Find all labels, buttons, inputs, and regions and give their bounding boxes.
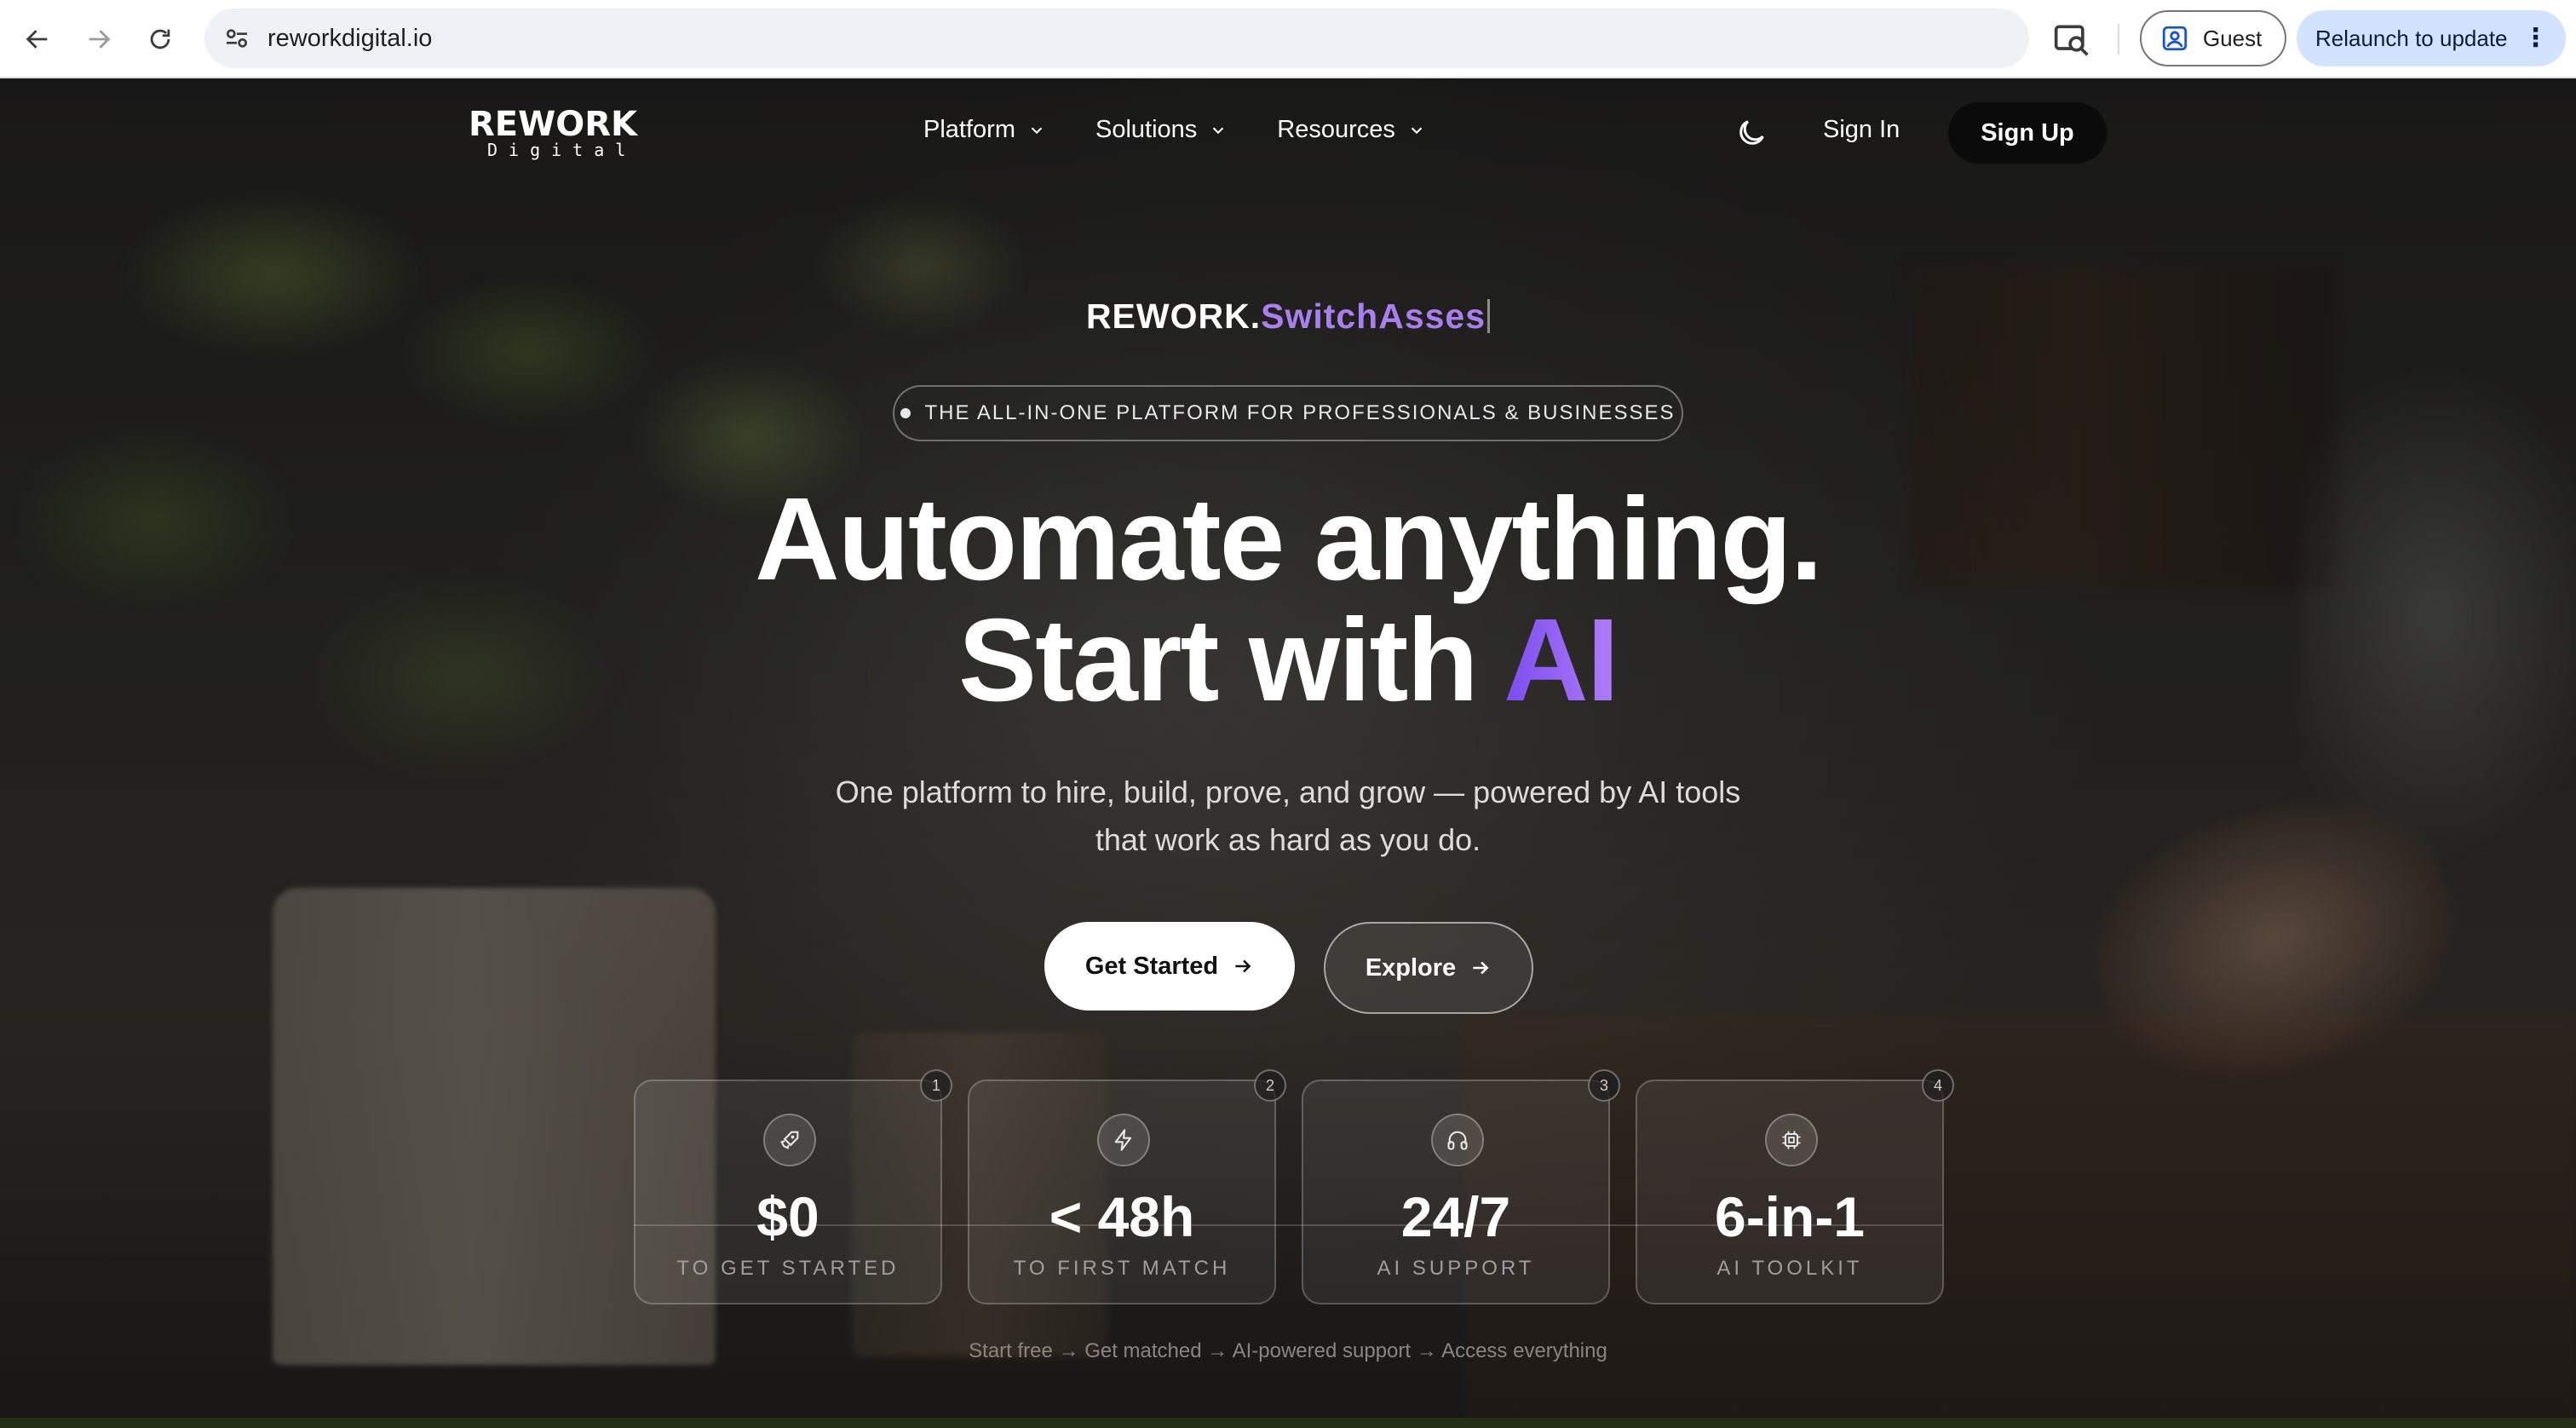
tagline-text: THE ALL-IN-ONE PLATFORM FOR PROFESSIONAL… (924, 401, 1676, 424)
menu-item-platform[interactable]: Platform (923, 116, 1046, 144)
sign-up-button[interactable]: Sign Up (1948, 102, 2107, 164)
menu-item-label: Platform (923, 116, 1015, 143)
forward-arrow-icon[interactable] (78, 19, 119, 60)
stats-row: 1 $0 TO GET STARTED 2 < 48h TO FIRST MAT… (634, 1069, 1954, 1310)
profile-icon (2162, 26, 2188, 51)
site-logo[interactable]: REWORK Digital (469, 107, 637, 158)
relaunch-label: Relaunch to update (2315, 25, 2508, 51)
hero-section: REWORK Digital Platform Solutions Resour… (0, 78, 2576, 1428)
site-header: REWORK Digital Platform Solutions Resour… (0, 78, 2576, 189)
flow-steps-text: Start free → Get matched → AI-powered su… (969, 1339, 1607, 1362)
step-badge: 2 (1254, 1069, 1286, 1102)
stat-label: AI SUPPORT (1377, 1257, 1535, 1280)
chevron-down-icon (1031, 127, 1043, 134)
dot-icon (900, 408, 911, 418)
chevron-down-icon (1411, 127, 1423, 134)
stat-card: 1 $0 TO GET STARTED (634, 1069, 952, 1304)
step-badge: 3 (1588, 1069, 1620, 1102)
headline-line-2-prefix: Start with (958, 595, 1504, 726)
relaunch-button[interactable]: Relaunch to update ⋮ (2297, 10, 2566, 66)
profile-label: Guest (2203, 25, 2263, 51)
get-started-button[interactable]: Get Started (1044, 922, 1295, 1011)
stat-value: 24/7 (1400, 1185, 1511, 1248)
menu-item-solutions[interactable]: Solutions (1095, 116, 1228, 144)
get-started-label: Get Started (1084, 952, 1219, 980)
lightning-icon (1097, 1114, 1150, 1166)
arrow-right-icon (1473, 961, 1489, 975)
subcopy-line-2: that work as hard as you do. (1095, 822, 1481, 857)
main-menu: Platform Solutions Resources (923, 116, 1426, 144)
toolbar-divider (2118, 24, 2119, 55)
address-bar[interactable]: reworkdigital.io (204, 9, 2029, 68)
bottom-edge (0, 1418, 2576, 1428)
reload-icon[interactable] (140, 19, 181, 60)
explore-button[interactable]: Explore (1324, 922, 1533, 1014)
brand-accent: SwitchAsses (1261, 297, 1486, 336)
stat-value: < 48h (1049, 1185, 1195, 1248)
menu-item-resources[interactable]: Resources (1277, 116, 1426, 144)
explore-label: Explore (1365, 953, 1457, 982)
typing-cursor (1487, 299, 1491, 333)
stat-card: 3 24/7 AI SUPPORT (1302, 1069, 1620, 1304)
url-text[interactable]: reworkdigital.io (267, 9, 432, 68)
menu-item-label: Resources (1277, 116, 1395, 143)
arrow-right-icon (1235, 959, 1251, 973)
step-badge: 1 (920, 1069, 952, 1102)
google-lens-icon[interactable] (2053, 20, 2090, 58)
stat-card: 4 6-in-1 AI TOOLKIT (1636, 1069, 1954, 1304)
hero-subcopy: One platform to hire, build, prove, and … (777, 769, 1799, 864)
logo-main-text: REWORK (469, 105, 638, 144)
logo-sub-text: Digital (487, 140, 637, 160)
stat-label: AI TOOLKIT (1716, 1257, 1863, 1280)
stat-value: 6-in-1 (1714, 1185, 1866, 1248)
brand-prefix: REWORK. (1085, 297, 1262, 336)
cta-row: Get Started Explore (1044, 922, 1533, 1014)
chip-icon (1765, 1114, 1818, 1166)
headline-ai-accent: AI (1503, 595, 1619, 726)
menu-item-label: Solutions (1095, 116, 1198, 143)
headline-line-1: Automate anything. (754, 474, 1823, 605)
more-vert-icon[interactable]: ⋮ (2523, 26, 2549, 51)
rocket-icon (763, 1114, 816, 1166)
tagline-pill: THE ALL-IN-ONE PLATFORM FOR PROFESSIONAL… (893, 385, 1683, 441)
hero-headline: Automate anything. Start with AI (0, 479, 2576, 721)
browser-toolbar: reworkdigital.io Guest Relaunch to updat… (0, 0, 2576, 78)
site-settings-icon[interactable] (223, 25, 250, 52)
brand-typed-line: REWORK.SwitchAsses (0, 297, 2576, 337)
stat-card: 2 < 48h TO FIRST MATCH (968, 1069, 1286, 1304)
sign-in-link[interactable]: Sign In (1823, 116, 1900, 144)
stat-label: TO FIRST MATCH (1013, 1257, 1231, 1280)
chevron-down-icon (1213, 127, 1224, 134)
step-badge: 4 (1922, 1069, 1954, 1102)
stat-value: $0 (756, 1185, 819, 1248)
subcopy-line-1: One platform to hire, build, prove, and … (835, 774, 1741, 809)
moon-icon[interactable] (1734, 116, 1768, 150)
headline-line-2: Start with AI (0, 600, 2576, 721)
stat-label: TO GET STARTED (676, 1257, 900, 1280)
back-arrow-icon[interactable] (17, 19, 58, 60)
headphones-icon (1431, 1114, 1484, 1166)
profile-button[interactable]: Guest (2140, 10, 2286, 66)
